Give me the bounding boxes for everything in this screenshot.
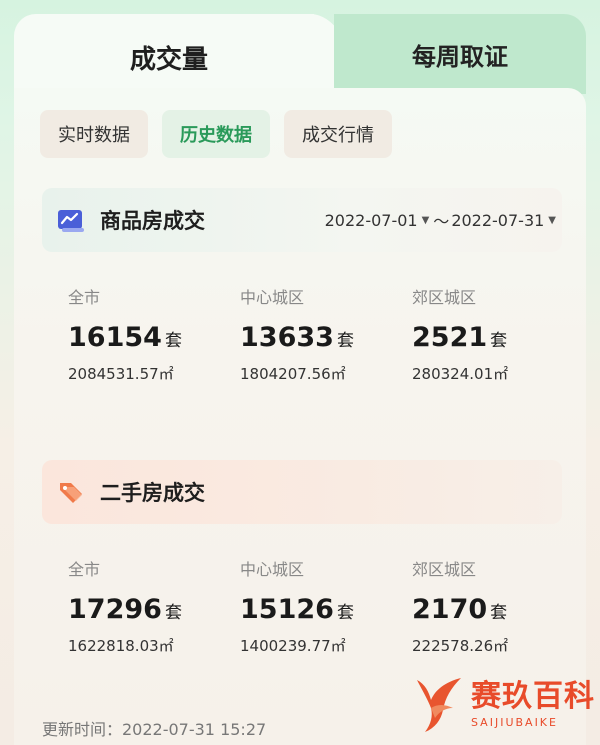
date-end: 2022-07-31 (451, 210, 545, 230)
stat-count: 16154 套 (68, 322, 238, 353)
stat-unit: 套 (336, 331, 354, 351)
stat-area: 1622818.03㎡ (68, 637, 174, 655)
stat-area: 222578.26㎡ (412, 637, 509, 655)
update-time: 更新时间：2022-07-31 15:27 (42, 720, 267, 739)
tab-weekly-label: 每周取证 (412, 42, 508, 71)
stat-unit: 套 (336, 603, 354, 623)
stat-label: 中心城区 (240, 288, 305, 307)
caret-down-icon: ▼ (421, 214, 430, 226)
stat-count: 15126 套 (240, 594, 410, 625)
stat-area: 1400239.77㎡ (240, 637, 346, 655)
date-start: 2022-07-01 (324, 210, 418, 230)
brand-name-cn: 赛玖百科 (471, 678, 595, 714)
stat-central: 中心城区 15126 套 1400239.77㎡ (240, 556, 410, 656)
stat-count-value: 15126 (240, 594, 334, 625)
stat-count: 2170 套 (412, 594, 582, 625)
tab-volume-label: 成交量 (129, 44, 208, 75)
stat-count-value: 2170 (412, 594, 488, 625)
stat-count: 17296 套 (68, 594, 238, 625)
stat-area: 1804207.56㎡ (240, 365, 346, 383)
stat-suburban: 郊区城区 2521 套 280324.01㎡ (412, 284, 582, 384)
stat-area: 280324.01㎡ (412, 365, 509, 383)
stat-label: 郊区城区 (412, 560, 477, 579)
stat-central: 中心城区 13633 套 1804207.56㎡ (240, 284, 410, 384)
subtab-realtime-label: 实时数据 (58, 125, 130, 146)
date-separator: ～ (433, 212, 450, 231)
stat-area: 2084531.57㎡ (68, 365, 174, 383)
stat-count-value: 13633 (240, 322, 334, 353)
stat-unit: 套 (164, 331, 182, 351)
resale-header: 二手房成交 (42, 460, 562, 524)
subtab-history[interactable]: 历史数据 (162, 110, 270, 158)
date-range-picker[interactable]: 2022-07-01 ▼ ～ 2022-07-31 ▼ (325, 208, 558, 232)
stat-count-value: 16154 (68, 322, 162, 353)
stat-count-value: 17296 (68, 594, 162, 625)
subtab-bar: 实时数据 历史数据 成交行情 (40, 110, 392, 158)
tag-icon (56, 478, 86, 506)
stat-citywide: 全市 16154 套 2084531.57㎡ (68, 284, 238, 384)
stat-unit: 套 (490, 331, 508, 351)
new-homes-header: 商品房成交 2022-07-01 ▼ ～ 2022-07-31 ▼ (42, 188, 562, 252)
stat-citywide: 全市 17296 套 1622818.03㎡ (68, 556, 238, 656)
new-homes-title: 商品房成交 (100, 209, 205, 233)
subtab-realtime[interactable]: 实时数据 (40, 110, 148, 158)
stat-unit: 套 (490, 603, 508, 623)
chart-icon (56, 206, 86, 234)
stat-label: 郊区城区 (412, 288, 477, 307)
stat-count-value: 2521 (412, 322, 488, 353)
stat-label: 中心城区 (240, 560, 305, 579)
brand-text: 赛玖百科 SAIJIUBAIKE (471, 678, 595, 729)
subtab-market-label: 成交行情 (302, 125, 374, 146)
tab-weekly-certificates[interactable]: 每周取证 (334, 14, 586, 94)
stat-label: 全市 (68, 288, 101, 307)
subtab-market[interactable]: 成交行情 (284, 110, 392, 158)
stat-unit: 套 (164, 603, 182, 623)
subtab-history-label: 历史数据 (180, 125, 252, 146)
stat-label: 全市 (68, 560, 101, 579)
caret-down-icon: ▼ (548, 214, 556, 226)
stat-count: 2521 套 (412, 322, 582, 353)
resale-title: 二手房成交 (100, 481, 205, 505)
stat-suburban: 郊区城区 2170 套 222578.26㎡ (412, 556, 582, 656)
stat-count: 13633 套 (240, 322, 410, 353)
top-tab-bar: 成交量 每周取证 (14, 14, 586, 100)
brand-watermark: 赛玖百科 SAIJIUBAIKE (411, 668, 600, 740)
brand-logo-icon (417, 678, 461, 732)
brand-name-en: SAIJIUBAIKE (471, 715, 558, 729)
content-card: 实时数据 历史数据 成交行情 商品房成交 2022-07-01 ▼ ～ 2022… (14, 88, 586, 745)
